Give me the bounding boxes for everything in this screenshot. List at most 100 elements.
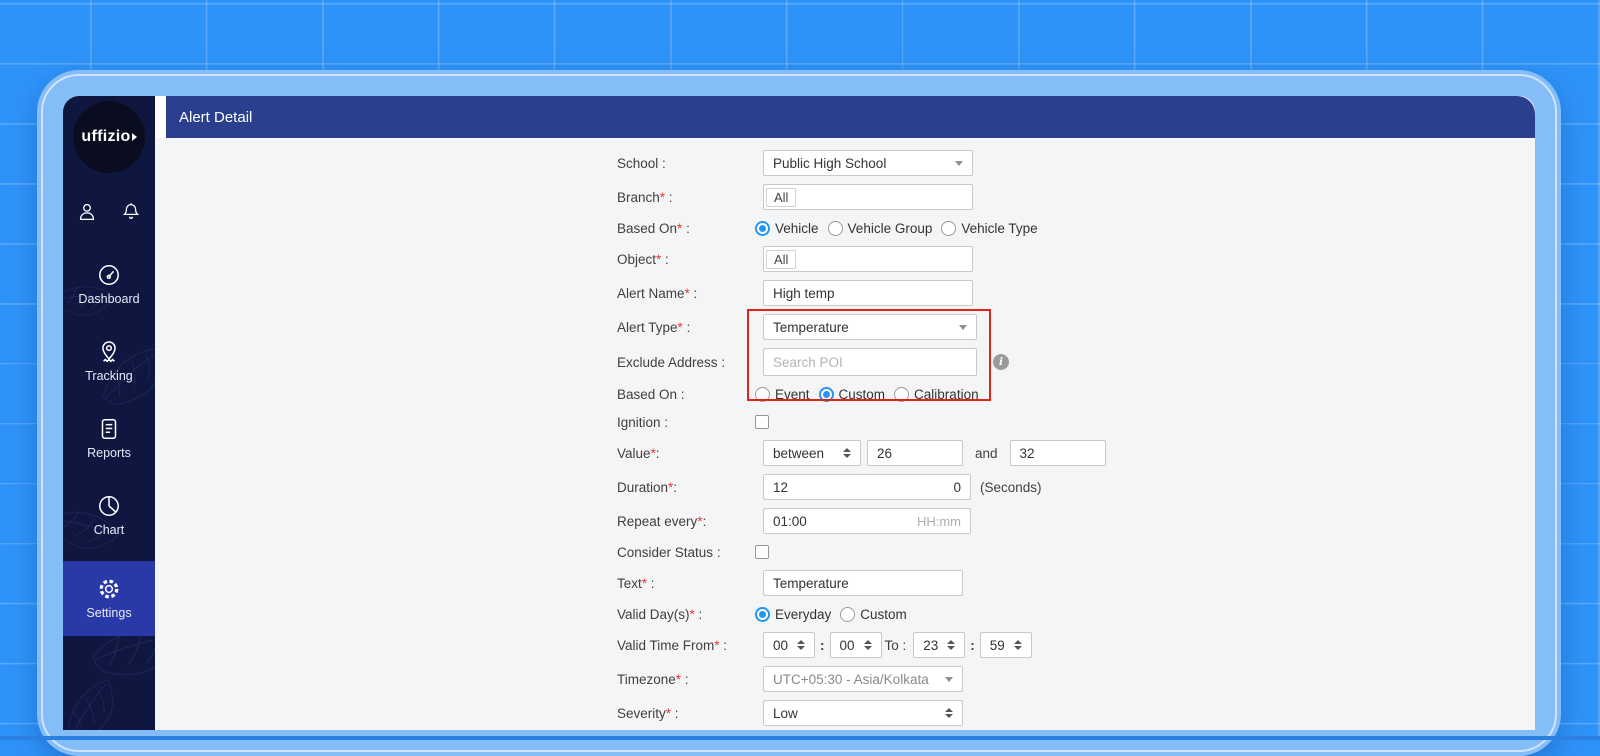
field-row-based-on-vehicle: Based On* : Vehicle Vehicle Group Vehicl… <box>617 218 1535 238</box>
info-icon[interactable]: i <box>993 354 1009 370</box>
repeat-every-input[interactable]: 01:00 HH:mm <box>763 508 971 534</box>
bell-icon[interactable] <box>120 201 142 223</box>
duration-secondary-value: 0 <box>953 479 961 495</box>
radio-icon <box>755 386 770 402</box>
radio-icon <box>941 220 957 236</box>
chevron-down-icon <box>945 676 953 682</box>
branch-multiselect[interactable]: All <box>763 184 973 210</box>
value-and-label: and <box>975 445 998 461</box>
radio-selected-icon <box>755 220 770 236</box>
severity-select-value: Low <box>773 705 798 721</box>
duration-value: 12 <box>773 479 789 495</box>
speedometer-icon <box>96 262 122 288</box>
sidebar-item-reports[interactable]: Reports <box>63 407 155 470</box>
exclude-address-input[interactable] <box>763 348 977 376</box>
consider-status-checkbox[interactable] <box>755 545 769 559</box>
user-icon[interactable] <box>76 201 98 223</box>
repeat-every-label: Repeat every*: <box>617 513 707 529</box>
stepper-icon[interactable] <box>843 448 851 458</box>
radio-selected-icon <box>818 386 834 402</box>
field-row-repeat-every: Repeat every*: 01:00 HH:mm <box>617 508 1535 534</box>
radio-custom-days[interactable]: Custom <box>840 606 907 622</box>
value-from-input[interactable] <box>867 440 963 466</box>
severity-select[interactable]: Low <box>763 700 963 726</box>
stepper-icon[interactable] <box>863 640 872 650</box>
exclude-address-label: Exclude Address : <box>617 354 726 370</box>
field-row-valid-time: Valid Time From* : 00 : 00 To : 23: 59 <box>617 632 1535 658</box>
to-hour-stepper[interactable]: 23 <box>913 632 966 658</box>
branch-token-all[interactable]: All <box>766 187 797 207</box>
sidebar-item-tracking[interactable]: Tracking <box>63 330 155 393</box>
radio-vehicle[interactable]: Vehicle <box>755 220 819 236</box>
from-minute-stepper[interactable]: 00 <box>829 632 882 658</box>
stepper-icon[interactable] <box>1013 640 1022 650</box>
chevron-down-icon <box>959 324 967 330</box>
object-token-all[interactable]: All <box>766 249 797 269</box>
text-label: Text* : <box>617 575 655 591</box>
time-separator: : <box>970 637 975 653</box>
value-label: Value*: <box>617 445 660 461</box>
sidebar-nav: Dashboard Tracking Reports Chart Setting… <box>63 253 155 636</box>
radio-calibration[interactable]: Calibration <box>894 386 979 402</box>
radio-event[interactable]: Event <box>755 386 810 402</box>
from-hour-stepper[interactable]: 00 <box>763 632 815 658</box>
radio-everyday[interactable]: Everyday <box>755 606 831 622</box>
radio-custom[interactable]: Custom <box>818 386 885 402</box>
ignition-checkbox[interactable] <box>755 415 769 429</box>
timezone-select-value: UTC+05:30 - Asia/Kolkata <box>773 671 929 687</box>
stepper-icon[interactable] <box>797 640 805 650</box>
field-row-based-on-mode: Based On : Event Custom Calibration <box>617 384 1535 404</box>
alert-type-select-value: Temperature <box>773 319 849 335</box>
duration-input[interactable]: 12 0 <box>763 474 971 500</box>
alert-type-select[interactable]: Temperature <box>763 314 977 340</box>
value-operator-select[interactable]: between <box>763 440 861 466</box>
field-row-valid-days: Valid Day(s)* : Everyday Custom <box>617 604 1535 624</box>
sidebar-item-dashboard[interactable]: Dashboard <box>63 253 155 316</box>
sidebar: uffizio Dashboard Tracking Reports Chart… <box>63 96 155 730</box>
consider-status-label: Consider Status : <box>617 544 721 560</box>
report-icon <box>96 416 122 442</box>
alert-name-input[interactable] <box>763 280 973 306</box>
logo-arrow-icon <box>131 133 137 141</box>
value-to-input[interactable] <box>1009 440 1106 466</box>
school-select[interactable]: Public High School <box>763 150 973 176</box>
pie-chart-icon <box>96 493 122 519</box>
object-label: Object* : <box>617 251 669 267</box>
school-label: School : <box>617 155 666 171</box>
sidebar-item-label: Tracking <box>85 369 133 383</box>
bottom-edge-strip <box>0 736 1600 740</box>
timezone-select[interactable]: UTC+05:30 - Asia/Kolkata <box>763 666 963 692</box>
field-row-object: Object* : All <box>617 246 1535 272</box>
map-pin-icon <box>96 339 122 365</box>
field-row-branch: Branch* : All <box>617 184 1535 210</box>
sidebar-item-label: Chart <box>93 523 125 537</box>
sidebar-item-label: Dashboard <box>78 292 140 306</box>
to-minute-stepper[interactable]: 59 <box>979 632 1032 658</box>
value-operator-value: between <box>773 445 825 461</box>
sidebar-item-chart[interactable]: Chart <box>63 484 155 547</box>
radio-vehicle-group[interactable]: Vehicle Group <box>827 220 932 236</box>
sidebar-item-settings[interactable]: Settings <box>63 561 155 636</box>
severity-label: Severity* : <box>617 705 679 721</box>
valid-days-label: Valid Day(s)* : <box>617 606 703 622</box>
main-panel: Alert Detail School : Public High School <box>155 96 1535 730</box>
field-row-value: Value*: between and <box>617 440 1535 466</box>
field-row-school: School : Public High School <box>617 150 1535 176</box>
stepper-icon[interactable] <box>947 640 956 650</box>
field-row-alert-name: Alert Name* : <box>617 280 1535 306</box>
object-multiselect[interactable]: All <box>763 246 973 272</box>
radio-icon <box>894 386 910 402</box>
header-row: Alert Detail <box>155 96 1535 138</box>
header-gutter <box>155 96 166 138</box>
field-row-alert-type: Alert Type* : Temperature <box>617 314 1535 340</box>
gear-icon <box>96 576 122 602</box>
app-window: uffizio Dashboard Tracking Reports Chart… <box>63 96 1535 730</box>
field-row-consider-status: Consider Status : <box>617 542 1535 562</box>
radio-selected-icon <box>755 606 770 622</box>
text-input[interactable] <box>763 570 963 596</box>
radio-vehicle-type[interactable]: Vehicle Type <box>941 220 1038 236</box>
stepper-icon[interactable] <box>945 708 953 718</box>
field-row-exclude-address: Exclude Address : i <box>617 348 1535 376</box>
branch-label: Branch* : <box>617 189 673 205</box>
ignition-label: Ignition : <box>617 414 669 430</box>
